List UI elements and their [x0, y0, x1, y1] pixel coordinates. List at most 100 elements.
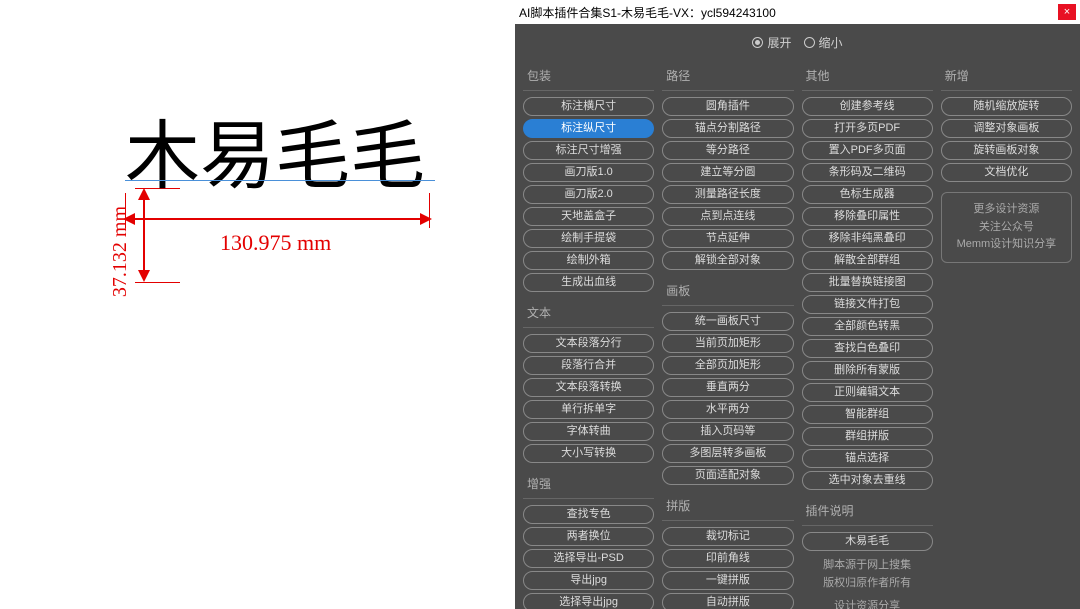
panel-title: AI脚本插件合集S1-木易毛毛-VX：ycl594243100	[519, 4, 1058, 21]
column-4: 新增 随机缩放旋转 调整对象画板 旋转画板对象 文档优化 更多设计资源 关注公众…	[941, 65, 1072, 609]
panel-titlebar[interactable]: AI脚本插件合集S1-木易毛毛-VX：ycl594243100 ×	[515, 0, 1080, 24]
btn-doc-optimize[interactable]: 文档优化	[941, 163, 1072, 182]
btn-unlock-all[interactable]: 解锁全部对象	[662, 251, 793, 270]
dim-h-label: 130.975 mm	[220, 230, 331, 256]
column-2: 路径 圆角插件 锚点分割路径 等分路径 建立等分圆 测量路径长度 点到点连线 节…	[662, 65, 793, 609]
btn-measure-path[interactable]: 测量路径长度	[662, 185, 793, 204]
btn-dedup-lines[interactable]: 选中对象去重线	[802, 471, 933, 490]
btn-label-enhance[interactable]: 标注尺寸增强	[523, 141, 654, 160]
column-3: 其他 创建参考线 打开多页PDF 置入PDF多页面 条形码及二维码 色标生成器 …	[802, 65, 933, 609]
btn-adjust-obj-ab[interactable]: 调整对象画板	[941, 119, 1072, 138]
btn-ungroup-all[interactable]: 解散全部群组	[802, 251, 933, 270]
btn-case[interactable]: 大小写转换	[523, 444, 654, 463]
btn-swap[interactable]: 两者换位	[523, 527, 654, 546]
btn-remove-overprint[interactable]: 移除叠印属性	[802, 207, 933, 226]
text-baseline	[125, 180, 435, 181]
btn-export-jpg[interactable]: 导出jpg	[523, 571, 654, 590]
btn-find-spot[interactable]: 查找专色	[523, 505, 654, 524]
btn-dieline-2[interactable]: 画刀版2.0	[523, 185, 654, 204]
btn-sel-export-jpg[interactable]: 选择导出jpg	[523, 593, 654, 609]
section-about: 插件说明 木易毛毛 脚本源于网上搜集 版权归原作者所有 设计资源分享 VX：yc…	[802, 500, 933, 609]
section-header: 路径	[662, 65, 793, 91]
btn-oneclick-impose[interactable]: 一键拼版	[662, 571, 793, 590]
section-header: 包装	[523, 65, 654, 91]
section-artboard: 画板 统一画板尺寸 当前页加矩形 全部页加矩形 垂直两分 水平两分 插入页码等 …	[662, 280, 793, 485]
btn-para-split[interactable]: 文本段落分行	[523, 334, 654, 353]
artwork-text[interactable]: 木易毛毛	[125, 95, 425, 204]
section-header: 画板	[662, 280, 793, 306]
close-button[interactable]: ×	[1058, 4, 1076, 20]
section-other: 其他 创建参考线 打开多页PDF 置入PDF多页面 条形码及二维码 色标生成器 …	[802, 65, 933, 490]
btn-split-chars[interactable]: 单行拆单字	[523, 400, 654, 419]
info-contact: 设计资源分享 VX：ycl594243100	[802, 598, 933, 609]
btn-split-anchor[interactable]: 锚点分割路径	[662, 119, 793, 138]
btn-fit-page[interactable]: 页面适配对象	[662, 466, 793, 485]
btn-find-white-op[interactable]: 查找白色叠印	[802, 339, 933, 358]
btn-para-merge[interactable]: 段落行合并	[523, 356, 654, 375]
btn-bag[interactable]: 绘制手提袋	[523, 229, 654, 248]
btn-swatch-gen[interactable]: 色标生成器	[802, 185, 933, 204]
btn-split-v[interactable]: 垂直两分	[662, 378, 793, 397]
radio-collapse[interactable]: 缩小	[804, 34, 843, 51]
btn-prepress-corners[interactable]: 印前角线	[662, 549, 793, 568]
btn-delete-masks[interactable]: 删除所有蒙版	[802, 361, 933, 380]
section-header: 拼版	[662, 495, 793, 521]
btn-rotate-ab-obj[interactable]: 旋转画板对象	[941, 141, 1072, 160]
btn-dieline-1[interactable]: 画刀版1.0	[523, 163, 654, 182]
btn-regex-text[interactable]: 正则编辑文本	[802, 383, 933, 402]
btn-lidbox[interactable]: 天地盖盒子	[523, 207, 654, 226]
btn-layers-to-ab[interactable]: 多图层转多画板	[662, 444, 793, 463]
section-header: 新增	[941, 65, 1072, 91]
info-resources: 更多设计资源 关注公众号 Memm设计知识分享	[941, 192, 1072, 263]
button-columns: 包装 标注横尺寸 标注纵尺寸 标注尺寸增强 画刀版1.0 画刀版2.0 天地盖盒…	[523, 65, 1072, 609]
btn-rect-all[interactable]: 全部页加矩形	[662, 356, 793, 375]
btn-group-impose[interactable]: 群组拼版	[802, 427, 933, 446]
btn-label-height[interactable]: 标注纵尺寸	[523, 119, 654, 138]
radio-dot-on-icon	[752, 37, 763, 48]
btn-round-corner[interactable]: 圆角插件	[662, 97, 793, 116]
section-header: 其他	[802, 65, 933, 91]
btn-outerbox[interactable]: 绘制外箱	[523, 251, 654, 270]
btn-smart-group[interactable]: 智能群组	[802, 405, 933, 424]
btn-guides[interactable]: 创建参考线	[802, 97, 933, 116]
radio-dot-off-icon	[804, 37, 815, 48]
btn-label-width[interactable]: 标注横尺寸	[523, 97, 654, 116]
btn-open-pdf[interactable]: 打开多页PDF	[802, 119, 933, 138]
btn-all-to-black[interactable]: 全部颜色转黑	[802, 317, 933, 336]
btn-anchor-select[interactable]: 锚点选择	[802, 449, 933, 468]
section-text: 文本 文本段落分行 段落行合并 文本段落转换 单行拆单字 字体转曲 大小写转换	[523, 302, 654, 463]
arrow-right-icon	[420, 213, 432, 225]
panel-body: 展开 缩小 包装 标注横尺寸 标注纵尺寸 标注尺寸增强 画刀版1.0 画刀版2.…	[515, 24, 1080, 609]
btn-place-pdf[interactable]: 置入PDF多页面	[802, 141, 933, 160]
btn-unify-artboard[interactable]: 统一画板尺寸	[662, 312, 793, 331]
section-enhance: 增强 查找专色 两者换位 选择导出-PSD 导出jpg 选择导出jpg 选择增强…	[523, 473, 654, 609]
btn-barcode[interactable]: 条形码及二维码	[802, 163, 933, 182]
info-source: 脚本源于网上搜集 版权归原作者所有	[802, 557, 933, 592]
btn-circle-divide[interactable]: 建立等分圆	[662, 163, 793, 182]
btn-batch-relink[interactable]: 批量替换链接图	[802, 273, 933, 292]
section-header: 文本	[523, 302, 654, 328]
btn-rect-current[interactable]: 当前页加矩形	[662, 334, 793, 353]
btn-divide-path[interactable]: 等分路径	[662, 141, 793, 160]
btn-extend-node[interactable]: 节点延伸	[662, 229, 793, 248]
arrow-down-icon	[138, 270, 150, 282]
arrow-left-icon	[123, 213, 135, 225]
btn-auto-impose[interactable]: 自动拼版	[662, 593, 793, 609]
btn-bleed[interactable]: 生成出血线	[523, 273, 654, 292]
btn-page-number[interactable]: 插入页码等	[662, 422, 793, 441]
section-header: 增强	[523, 473, 654, 499]
section-imposition: 拼版 裁切标记 印前角线 一键拼版 自动拼版 阵列复制 标记线生成	[662, 495, 793, 609]
btn-package-links[interactable]: 链接文件打包	[802, 295, 933, 314]
btn-crop-marks[interactable]: 裁切标记	[662, 527, 793, 546]
btn-random-scale-rot[interactable]: 随机缩放旋转	[941, 97, 1072, 116]
canvas-area: 37.132 mm 木易毛毛 130.975 mm	[0, 0, 515, 609]
btn-para-convert[interactable]: 文本段落转换	[523, 378, 654, 397]
btn-split-h[interactable]: 水平两分	[662, 400, 793, 419]
radio-expand[interactable]: 展开	[752, 34, 791, 51]
btn-outline-font[interactable]: 字体转曲	[523, 422, 654, 441]
section-packaging: 包装 标注横尺寸 标注纵尺寸 标注尺寸增强 画刀版1.0 画刀版2.0 天地盖盒…	[523, 65, 654, 292]
btn-remove-nonblack-op[interactable]: 移除非纯黑叠印	[802, 229, 933, 248]
btn-connect-pts[interactable]: 点到点连线	[662, 207, 793, 226]
btn-author[interactable]: 木易毛毛	[802, 532, 933, 551]
btn-export-psd[interactable]: 选择导出-PSD	[523, 549, 654, 568]
